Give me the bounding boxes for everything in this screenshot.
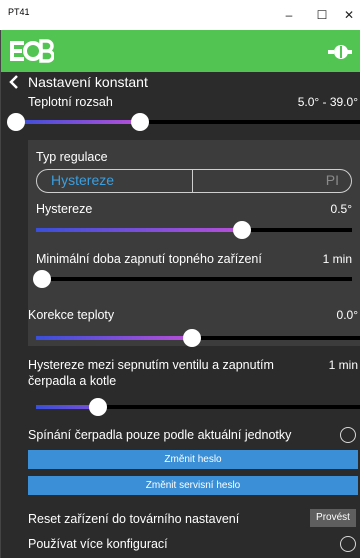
pump-switch-toggle[interactable] bbox=[340, 427, 356, 443]
hysteresis-slider[interactable] bbox=[36, 220, 352, 240]
regulation-label: Typ regulace bbox=[36, 150, 108, 164]
min-on-time-slider[interactable] bbox=[33, 269, 352, 289]
min-on-time-value: 1 min bbox=[322, 252, 352, 266]
close-button[interactable]: ✕ bbox=[334, 2, 360, 28]
correction-value: 0.0° bbox=[336, 308, 358, 322]
valve-hyst-label-line2: čerpadla a kotle bbox=[28, 374, 117, 388]
change-service-password-button[interactable]: Změnit servisní heslo bbox=[28, 476, 358, 495]
correction-slider[interactable] bbox=[36, 328, 360, 348]
min-on-time-label: Minimální doba zapnutí topného zařízení bbox=[36, 252, 262, 266]
regulation-option-hystereze[interactable]: Hystereze bbox=[37, 170, 193, 192]
minimize-button[interactable]: – bbox=[274, 2, 304, 28]
window-titlebar: PT41 – ☐ ✕ bbox=[0, 0, 360, 30]
connection-icon[interactable] bbox=[328, 42, 352, 62]
pump-switch-label: Spínání čerpadla pouze podle aktuální je… bbox=[28, 428, 292, 442]
back-arrow-icon[interactable] bbox=[9, 75, 19, 89]
window-edge bbox=[0, 30, 1, 558]
logo-icon bbox=[10, 39, 54, 63]
maximize-button[interactable]: ☐ bbox=[307, 2, 337, 28]
window-title: PT41 bbox=[8, 7, 30, 17]
temp-range-low-thumb[interactable] bbox=[7, 113, 25, 131]
regulation-toggle[interactable]: Hystereze PI bbox=[36, 169, 352, 193]
reset-label: Reset zařízení do továrního nastavení bbox=[28, 512, 240, 526]
page-title: Nastavení konstant bbox=[28, 74, 148, 90]
change-password-button[interactable]: Změnit heslo bbox=[28, 450, 358, 469]
nav-bar: Nastavení konstant bbox=[0, 72, 360, 92]
hysteresis-thumb[interactable] bbox=[233, 221, 251, 239]
hysteresis-label: Hystereze bbox=[36, 202, 93, 216]
reset-button[interactable]: Provést bbox=[310, 509, 356, 527]
temp-range-label: Teplotní rozsah bbox=[28, 95, 113, 109]
temp-range-high-thumb[interactable] bbox=[131, 113, 149, 131]
settings-content: Teplotní rozsah 5.0° - 39.0° Typ regulac… bbox=[0, 92, 360, 558]
valve-hyst-label-line1: Hystereze mezi sepnutím ventilu a zapnut… bbox=[28, 358, 274, 372]
regulation-option-pi[interactable]: PI bbox=[193, 170, 351, 192]
temp-range-value: 5.0° - 39.0° bbox=[297, 95, 358, 109]
temp-range-slider[interactable] bbox=[7, 112, 360, 132]
valve-hyst-slider[interactable] bbox=[36, 397, 360, 417]
app-header bbox=[0, 30, 360, 72]
correction-label: Korekce teploty bbox=[28, 308, 115, 322]
valve-hyst-thumb[interactable] bbox=[89, 398, 107, 416]
hysteresis-value: 0.5° bbox=[330, 202, 352, 216]
multi-config-toggle[interactable] bbox=[340, 536, 356, 552]
min-on-time-thumb[interactable] bbox=[33, 270, 51, 288]
valve-hyst-value: 1 min bbox=[328, 358, 358, 372]
multi-config-label: Používat více konfigurací bbox=[28, 537, 168, 551]
correction-thumb[interactable] bbox=[183, 329, 201, 347]
